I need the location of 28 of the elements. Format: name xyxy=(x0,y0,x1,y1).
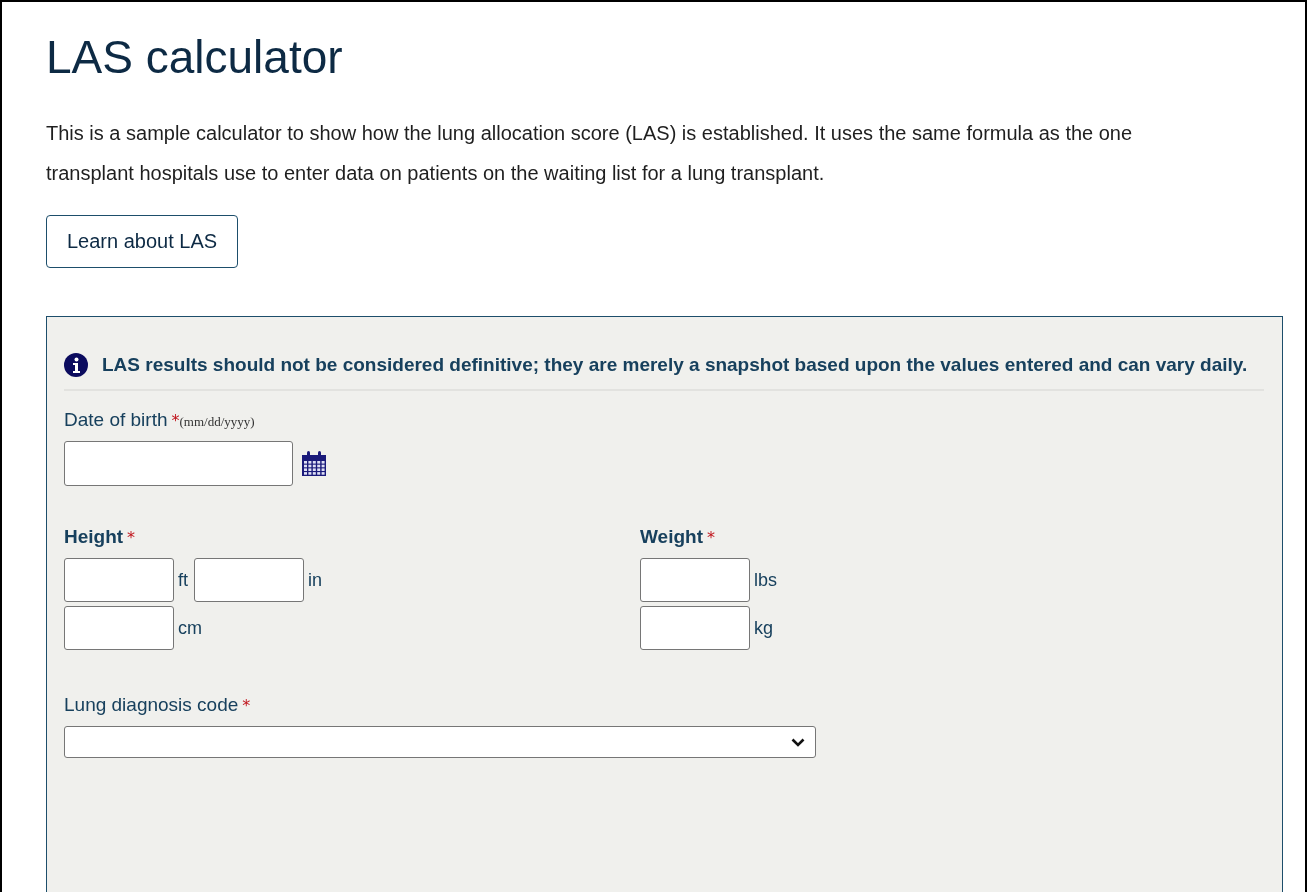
unit-label: in xyxy=(308,569,323,591)
required-mark: * xyxy=(171,411,180,431)
required-mark: * xyxy=(127,528,136,548)
field-label: Date of birth xyxy=(64,409,168,432)
input-field[interactable] xyxy=(64,606,174,651)
unit-label: ft xyxy=(178,569,188,591)
notice-text: LAS results should not be considered definitive; they are merely a snapshot based upon the values entered and can vary daily. xyxy=(102,353,1248,378)
page-title: LAS calculator xyxy=(46,30,344,85)
unit-label: cm xyxy=(178,617,202,639)
chevron-icon xyxy=(791,737,805,747)
learn-button[interactable]: Learn about LAS xyxy=(46,215,239,269)
diagnosis-dropdown[interactable] xyxy=(64,726,816,759)
input-field[interactable] xyxy=(640,606,750,651)
field-label: Lung diagnosis code xyxy=(64,694,239,717)
unit-label: kg xyxy=(754,617,773,639)
format-hint: (mm/dd/yyyy) xyxy=(179,414,255,431)
unit-label: lbs xyxy=(754,569,777,591)
field-label: Weight xyxy=(640,526,703,549)
input-field[interactable] xyxy=(194,558,304,603)
date-field[interactable] xyxy=(64,441,293,487)
field-label: Height xyxy=(64,526,124,549)
info-icon xyxy=(64,353,88,378)
calendar-icon[interactable] xyxy=(301,450,327,477)
input-field[interactable] xyxy=(640,558,750,603)
required-mark: * xyxy=(707,528,715,548)
required-mark: * xyxy=(242,696,251,716)
input-field[interactable] xyxy=(64,558,174,603)
intro-paragraph: This is a sample calculator to show how the lung allocation score (LAS) is established. It uses the same formula as the one transplant hospitals use to enter data on patients on the waiting list for a lung transplant. xyxy=(46,121,1134,187)
